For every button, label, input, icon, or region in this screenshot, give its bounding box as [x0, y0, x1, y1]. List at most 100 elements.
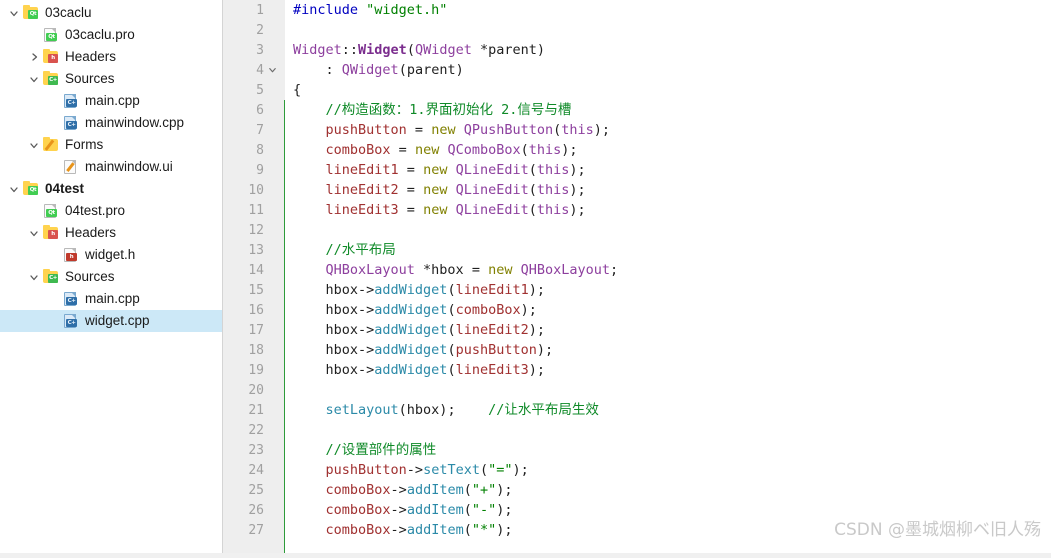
- code-line-27[interactable]: comboBox->addItem("*");: [293, 520, 1051, 540]
- code-line-2[interactable]: [293, 20, 1051, 40]
- code-line-21[interactable]: setLayout(hbox); //让水平布局生效: [293, 400, 1051, 420]
- code-line-3[interactable]: Widget::Widget(QWidget *parent): [293, 40, 1051, 60]
- gutter-line-2[interactable]: 2: [223, 20, 284, 40]
- sidebar-item-forms[interactable]: Forms: [0, 134, 222, 156]
- chevron-down-icon[interactable]: [26, 228, 42, 238]
- code-token: QWidget: [341, 62, 399, 78]
- code-line-14[interactable]: QHBoxLayout *hbox = new QHBoxLayout;: [293, 260, 1051, 280]
- gutter-line-24[interactable]: 24: [223, 460, 284, 480]
- sidebar-item-sources[interactable]: C+ Sources: [0, 68, 222, 90]
- gutter-line-27[interactable]: 27: [223, 520, 284, 540]
- sidebar-item-03caclu[interactable]: Qt 03caclu: [0, 2, 222, 24]
- code-line-23[interactable]: //设置部件的属性: [293, 440, 1051, 460]
- sidebar-item-widget-h[interactable]: h widget.h: [0, 244, 222, 266]
- sidebar-item-label: main.cpp: [85, 93, 140, 108]
- code-token: );: [528, 282, 545, 298]
- sidebar-item-04test-pro[interactable]: Qt 04test.pro: [0, 200, 222, 222]
- gutter-line-26[interactable]: 26: [223, 500, 284, 520]
- gutter-line-18[interactable]: 18: [223, 340, 284, 360]
- gutter-line-1[interactable]: 1: [223, 0, 284, 20]
- sidebar-item-03caclu-pro[interactable]: Qt 03caclu.pro: [0, 24, 222, 46]
- code-line-16[interactable]: hbox->addWidget(comboBox);: [293, 300, 1051, 320]
- gutter-line-6[interactable]: 6: [223, 100, 284, 120]
- code-line-11[interactable]: lineEdit3 = new QLineEdit(this);: [293, 200, 1051, 220]
- gutter-line-8[interactable]: 8: [223, 140, 284, 160]
- sidebar-item-main-cpp[interactable]: C+ main.cpp: [0, 288, 222, 310]
- chevron-down-icon[interactable]: [26, 272, 42, 282]
- code-line-13[interactable]: //水平布局: [293, 240, 1051, 260]
- code-line-19[interactable]: hbox->addWidget(lineEdit3);: [293, 360, 1051, 380]
- sidebar-item-headers[interactable]: h Headers: [0, 222, 222, 244]
- gutter-line-16[interactable]: 16: [223, 300, 284, 320]
- code-line-8[interactable]: comboBox = new QComboBox(this);: [293, 140, 1051, 160]
- sidebar-item-main-cpp[interactable]: C+ main.cpp: [0, 90, 222, 112]
- gutter-line-25[interactable]: 25: [223, 480, 284, 500]
- gutter-line-9[interactable]: 9: [223, 160, 284, 180]
- code-line-6[interactable]: //构造函数：1.界面初始化 2.信号与槽: [293, 100, 1051, 120]
- line-number: 22: [248, 422, 264, 438]
- gutter-line-15[interactable]: 15: [223, 280, 284, 300]
- gutter-line-11[interactable]: 11: [223, 200, 284, 220]
- code-token: comboBox: [455, 302, 521, 318]
- gutter-line-3[interactable]: 3: [223, 40, 284, 60]
- chevron-down-icon[interactable]: [26, 140, 42, 150]
- code-line-5[interactable]: {: [293, 80, 1051, 100]
- code-token: lineEdit3: [325, 202, 399, 218]
- cpp-file-icon: C+: [62, 93, 80, 109]
- code-line-24[interactable]: pushButton->setText("=");: [293, 460, 1051, 480]
- sidebar-item-widget-cpp[interactable]: C+ widget.cpp: [0, 310, 222, 332]
- code-token: );: [569, 182, 586, 198]
- line-number: 7: [256, 122, 264, 138]
- gutter-line-4[interactable]: 4: [223, 60, 284, 80]
- code-token: "=": [488, 462, 513, 478]
- code-line-9[interactable]: lineEdit1 = new QLineEdit(this);: [293, 160, 1051, 180]
- chevron-right-icon[interactable]: [26, 52, 42, 62]
- gutter-line-22[interactable]: 22: [223, 420, 284, 440]
- gutter-line-7[interactable]: 7: [223, 120, 284, 140]
- code-token: pushButton: [325, 122, 407, 138]
- code-line-10[interactable]: lineEdit2 = new QLineEdit(this);: [293, 180, 1051, 200]
- code-line-4[interactable]: : QWidget(parent): [293, 60, 1051, 80]
- code-line-26[interactable]: comboBox->addItem("-");: [293, 500, 1051, 520]
- gutter-line-21[interactable]: 21: [223, 400, 284, 420]
- code-line-18[interactable]: hbox->addWidget(pushButton);: [293, 340, 1051, 360]
- sidebar-item-04test[interactable]: Qt 04test: [0, 178, 222, 200]
- project-tree-sidebar[interactable]: Qt 03caclu Qt 03caclu.pro h Headers C+ Sources C…: [0, 0, 223, 558]
- code-token: comboBox: [325, 522, 391, 538]
- editor-gutter[interactable]: 1 2 3 4 5 6 7 8 9 10 11 12 13 14 15 16 17 18 19 20 21 22 23 24 2…: [223, 0, 286, 558]
- line-number: 24: [248, 462, 264, 478]
- gutter-line-14[interactable]: 14: [223, 260, 284, 280]
- sidebar-item-headers[interactable]: h Headers: [0, 46, 222, 68]
- fold-chevron-down-icon[interactable]: [264, 60, 280, 80]
- code-token: new: [423, 162, 448, 178]
- gutter-line-5[interactable]: 5: [223, 80, 284, 100]
- code-line-22[interactable]: [293, 420, 1051, 440]
- sidebar-item-sources[interactable]: C+ Sources: [0, 266, 222, 288]
- gutter-line-19[interactable]: 19: [223, 360, 284, 380]
- gutter-line-17[interactable]: 17: [223, 320, 284, 340]
- gutter-line-13[interactable]: 13: [223, 240, 284, 260]
- sidebar-item-mainwindow-cpp[interactable]: C+ mainwindow.cpp: [0, 112, 222, 134]
- chevron-down-icon[interactable]: [6, 8, 22, 18]
- sidebar-item-mainwindow-ui[interactable]: mainwindow.ui: [0, 156, 222, 178]
- code-line-17[interactable]: hbox->addWidget(lineEdit2);: [293, 320, 1051, 340]
- sidebar-item-label: Headers: [65, 225, 117, 240]
- code-token: this: [536, 202, 570, 218]
- gutter-line-23[interactable]: 23: [223, 440, 284, 460]
- code-line-15[interactable]: hbox->addWidget(lineEdit1);: [293, 280, 1051, 300]
- code-editor-area[interactable]: #include "widget.h" Widget::Widget(QWidg…: [285, 0, 1051, 558]
- gutter-line-20[interactable]: 20: [223, 380, 284, 400]
- chevron-down-icon[interactable]: [26, 74, 42, 84]
- gutter-line-10[interactable]: 10: [223, 180, 284, 200]
- sidebar-item-label: main.cpp: [85, 291, 140, 306]
- code-line-20[interactable]: [293, 380, 1051, 400]
- line-number: 17: [248, 322, 264, 338]
- code-line-7[interactable]: pushButton = new QPushButton(this);: [293, 120, 1051, 140]
- chevron-down-icon[interactable]: [6, 184, 22, 194]
- code-line-1[interactable]: #include "widget.h": [293, 0, 1051, 20]
- line-number: 11: [248, 202, 264, 218]
- code-line-12[interactable]: [293, 220, 1051, 240]
- code-line-25[interactable]: comboBox->addItem("+");: [293, 480, 1051, 500]
- gutter-line-12[interactable]: 12: [223, 220, 284, 240]
